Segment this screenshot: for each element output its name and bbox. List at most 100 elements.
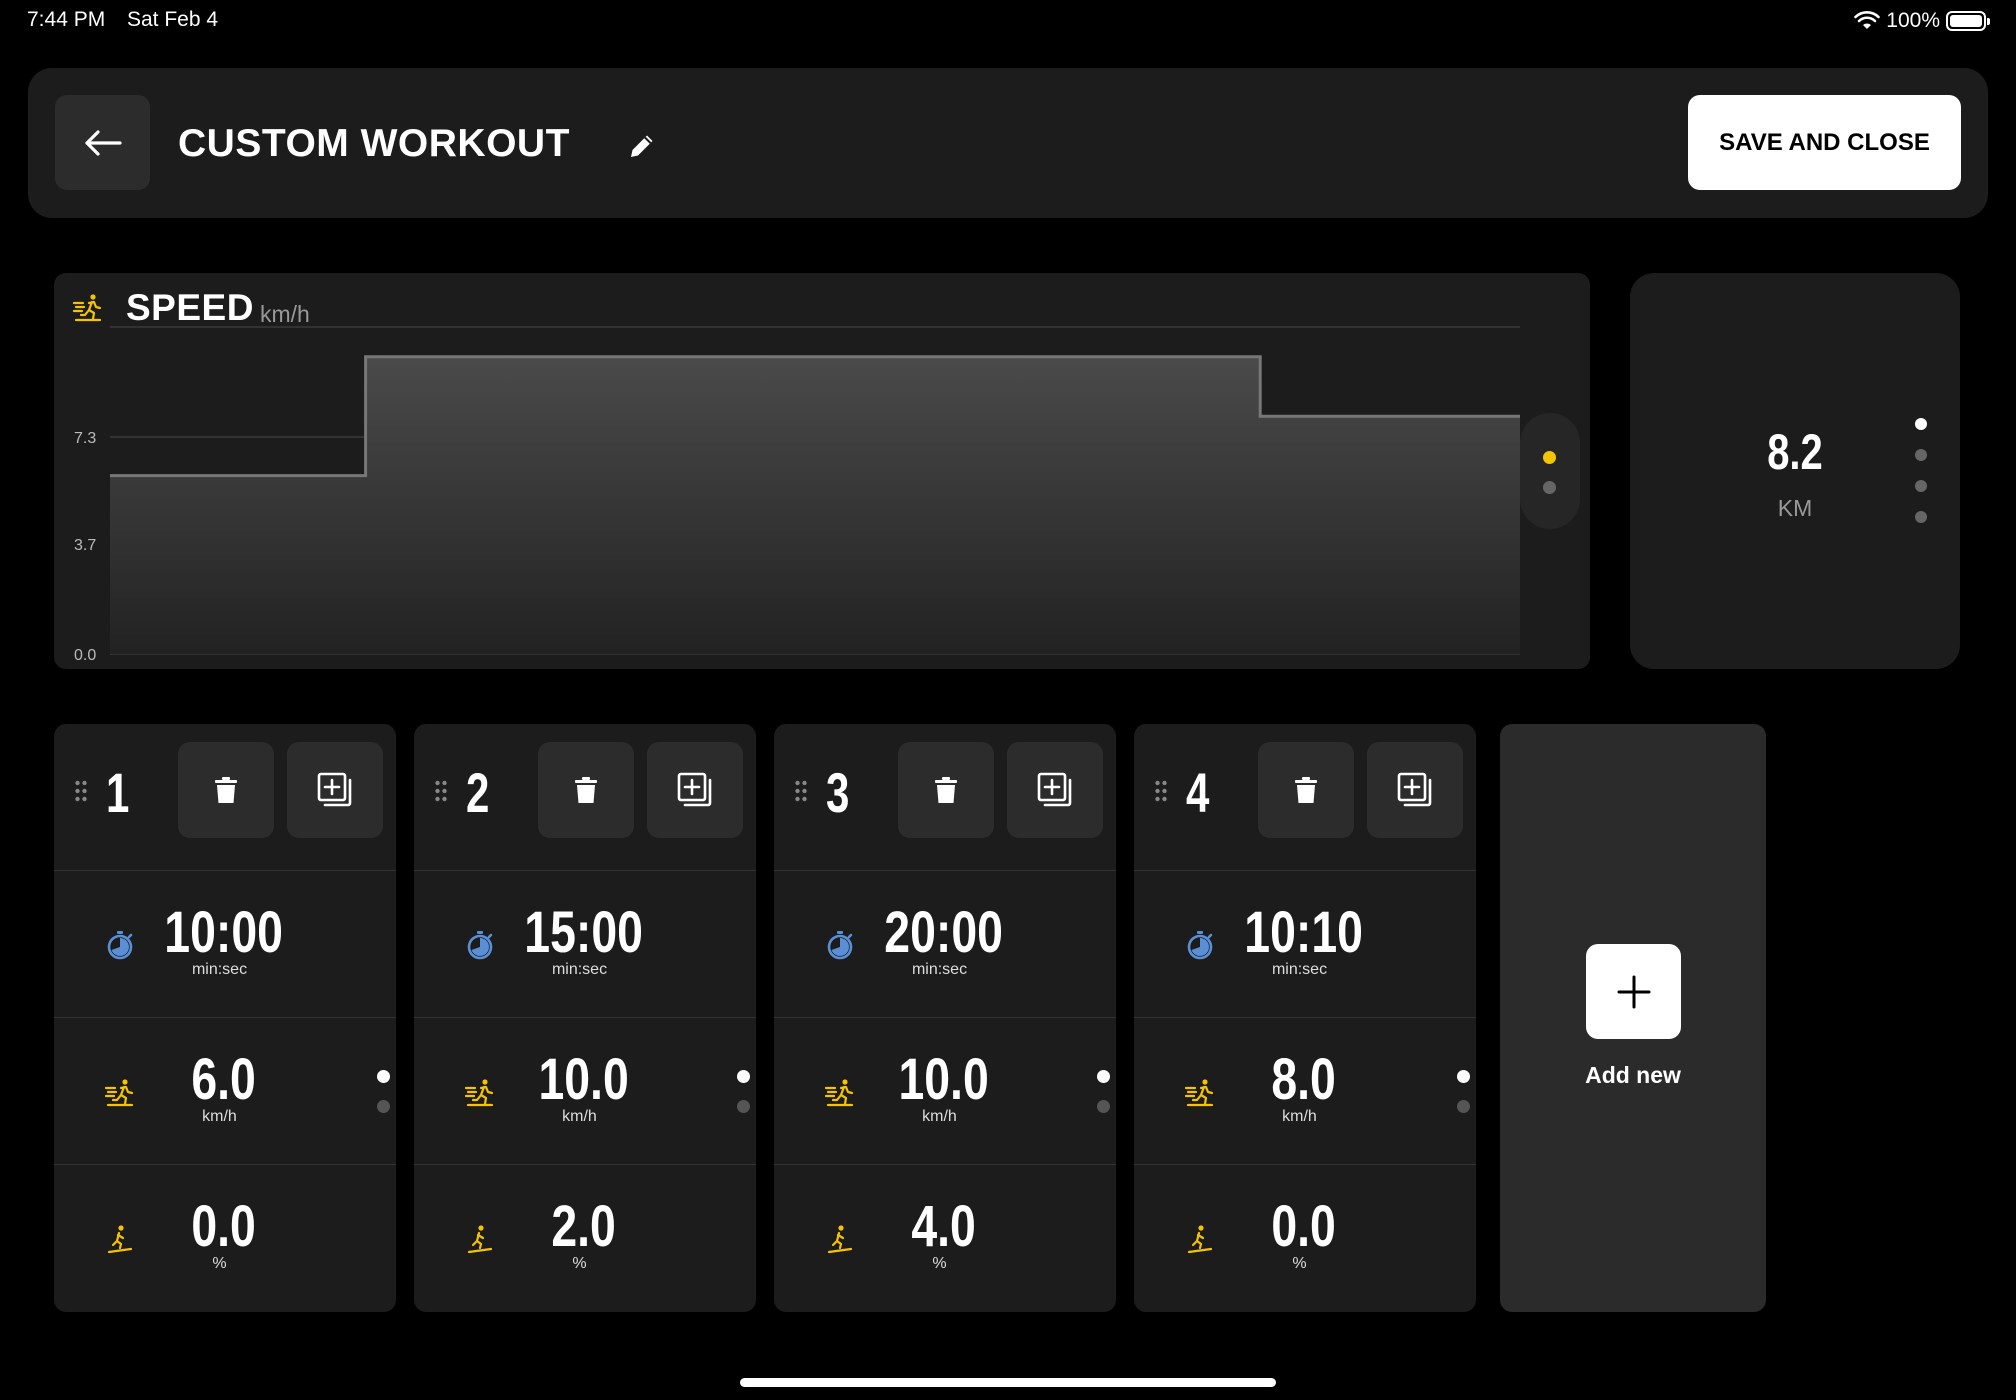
segment-time-value: 15:00: [524, 900, 643, 965]
segment-time-value: 20:00: [884, 900, 1003, 965]
segment-pager-dot-active[interactable]: [737, 1070, 750, 1083]
segment-speed-unit: km/h: [562, 1108, 597, 1125]
trash-icon: [1290, 774, 1322, 806]
segment-time-row[interactable]: 15:00 min:sec: [414, 870, 756, 1017]
trash-icon: [930, 774, 962, 806]
plus-icon: [1617, 975, 1650, 1008]
segment-speed-unit: km/h: [1282, 1108, 1317, 1125]
segment-incline-row[interactable]: 4.0 %: [774, 1164, 1116, 1311]
battery-percent: 100%: [1886, 9, 1940, 32]
segment-speed-value: 10.0: [898, 1047, 989, 1112]
segment-speed-row[interactable]: 10.0 km/h: [414, 1017, 756, 1164]
segment-time-row[interactable]: 10:00 min:sec: [54, 870, 396, 1017]
segment-pager-dot-active[interactable]: [1097, 1070, 1110, 1083]
delete-segment-button[interactable]: [898, 742, 994, 838]
segment-speed-value: 10.0: [538, 1047, 629, 1112]
duplicate-icon: [1035, 770, 1075, 810]
segment-header: 2: [414, 724, 756, 870]
distance-unit: KM: [1777, 495, 1813, 521]
segment-header: 4: [1134, 724, 1476, 870]
summary-pager-dot[interactable]: [1915, 449, 1927, 461]
duplicate-segment-button[interactable]: [287, 742, 383, 838]
delete-segment-button[interactable]: [1258, 742, 1354, 838]
page-title: CUSTOM WORKOUT: [178, 122, 570, 165]
delete-segment-button[interactable]: [538, 742, 634, 838]
drag-handle-icon[interactable]: [74, 780, 88, 802]
segment-pager-dot[interactable]: [1457, 1100, 1470, 1113]
segment-incline-row[interactable]: 2.0 %: [414, 1164, 756, 1311]
segment-pager-dot[interactable]: [737, 1100, 750, 1113]
segment-card-2: 2 15:00 min:sec 10.0 km/h 2.0 %: [414, 724, 756, 1312]
segment-time-row[interactable]: 10:10 min:sec: [1134, 870, 1476, 1017]
pager-dot-active[interactable]: [1543, 451, 1556, 464]
drag-handle-icon[interactable]: [434, 780, 448, 802]
segment-incline-value: 2.0: [551, 1194, 616, 1259]
segment-pager-dot-active[interactable]: [1457, 1070, 1470, 1083]
speed-chart: 7.3 3.7 0.0: [74, 326, 1520, 664]
duplicate-icon: [315, 770, 355, 810]
y-tick-label: 7.3: [74, 430, 96, 447]
segment-time-unit: min:sec: [911, 961, 968, 978]
segment-incline-unit: %: [1292, 1255, 1307, 1272]
segment-speed-row[interactable]: 6.0 km/h: [54, 1017, 396, 1164]
segment-speed-row[interactable]: 8.0 km/h: [1134, 1017, 1476, 1164]
add-segment-button[interactable]: [1586, 944, 1681, 1039]
trash-icon: [210, 774, 242, 806]
segment-incline-value: 0.0: [1271, 1194, 1336, 1259]
pager-dot[interactable]: [1543, 481, 1556, 494]
segment-number: 3: [826, 761, 850, 824]
add-new-label: Add new: [1585, 1062, 1681, 1088]
duplicate-segment-button[interactable]: [1007, 742, 1103, 838]
save-and-close-button[interactable]: SAVE AND CLOSE: [1688, 95, 1961, 190]
pencil-icon: [631, 135, 653, 157]
drag-handle-icon[interactable]: [794, 780, 808, 802]
segment-pager-dot[interactable]: [377, 1100, 390, 1113]
summary-pager-dot[interactable]: [1915, 511, 1927, 523]
wifi-icon: [1854, 11, 1881, 29]
segment-card-3: 3 20:00 min:sec 10.0 km/h 4.0 %: [774, 724, 1116, 1312]
home-indicator[interactable]: [740, 1378, 1276, 1387]
add-segment-card[interactable]: Add new: [1500, 724, 1766, 1312]
summary-pager-dot-active[interactable]: [1915, 418, 1927, 430]
segment-speed-unit: km/h: [922, 1108, 957, 1125]
duplicate-segment-button[interactable]: [647, 742, 743, 838]
duplicate-segment-button[interactable]: [1367, 742, 1463, 838]
segment-time-unit: min:sec: [551, 961, 608, 978]
chart-metric-pager[interactable]: [1520, 413, 1580, 529]
segment-time-row[interactable]: 20:00 min:sec: [774, 870, 1116, 1017]
segment-number: 1: [106, 761, 130, 824]
segment-time-value: 10:00: [164, 900, 283, 965]
edit-title-button[interactable]: [622, 126, 662, 166]
segment-speed-row[interactable]: 10.0 km/h: [774, 1017, 1116, 1164]
distance-value: 8.2: [1767, 424, 1823, 480]
segment-speed-unit: km/h: [202, 1108, 237, 1125]
segment-pager-dot-active[interactable]: [377, 1070, 390, 1083]
speed-area: [110, 356, 1520, 654]
summary-pager-dot[interactable]: [1915, 480, 1927, 492]
status-time: 7:44 PM: [27, 8, 106, 31]
segment-number: 4: [1186, 761, 1210, 824]
drag-handle-icon[interactable]: [1154, 780, 1168, 802]
battery-icon: [1946, 11, 1990, 31]
status-date: Sat Feb 4: [127, 8, 219, 31]
status-bar: 7:44 PM Sat Feb 4 100%: [0, 0, 2016, 44]
segment-speed-value: 6.0: [191, 1047, 256, 1112]
delete-segment-button[interactable]: [178, 742, 274, 838]
y-tick-label: 3.7: [74, 537, 96, 554]
segment-incline-value: 0.0: [191, 1194, 256, 1259]
segment-incline-row[interactable]: 0.0 %: [54, 1164, 396, 1311]
segment-incline-row[interactable]: 0.0 %: [1134, 1164, 1476, 1311]
back-button[interactable]: [55, 95, 150, 190]
segment-header: 3: [774, 724, 1116, 870]
segment-incline-unit: %: [932, 1255, 947, 1272]
segment-speed-value: 8.0: [1271, 1047, 1336, 1112]
segment-pager-dot[interactable]: [1097, 1100, 1110, 1113]
segment-incline-unit: %: [212, 1255, 227, 1272]
segment-card-1: 1 10:00 min:sec 6.0 km/h 0.0 %: [54, 724, 396, 1312]
segment-number: 2: [466, 761, 490, 824]
distance-card[interactable]: 8.2 KM: [1630, 273, 1960, 669]
segment-card-4: 4 10:10 min:sec 8.0 km/h 0.0 %: [1134, 724, 1476, 1312]
segment-header: 1: [54, 724, 396, 870]
y-tick-label: 0.0: [74, 647, 96, 664]
segment-time-unit: min:sec: [191, 961, 248, 978]
